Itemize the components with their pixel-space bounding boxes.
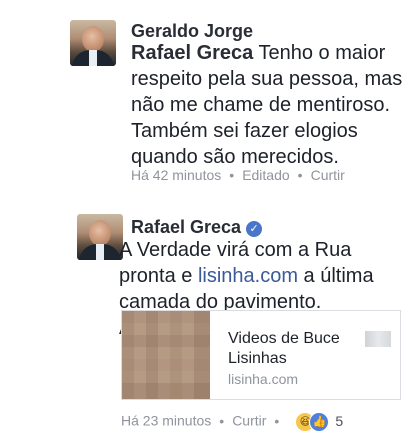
- avatar[interactable]: [77, 214, 123, 260]
- edited-label[interactable]: Editado: [242, 167, 289, 183]
- reaction-count[interactable]: 5: [335, 413, 343, 429]
- comment-time[interactable]: Há 23 minutos: [121, 413, 211, 429]
- like-reaction-icon: 👍: [309, 412, 330, 432]
- verified-badge-icon: ✓: [246, 221, 263, 237]
- reactions[interactable]: 😆👍: [295, 412, 330, 432]
- separator-dot: •: [219, 412, 225, 429]
- separator-dot: •: [274, 412, 280, 429]
- avatar[interactable]: [70, 20, 116, 66]
- separator-dot: •: [297, 167, 303, 183]
- preview-thumbnail[interactable]: [122, 311, 210, 399]
- comment-author[interactable]: Geraldo Jorge: [131, 21, 253, 42]
- mention-tag[interactable]: Rafael Greca: [131, 42, 253, 64]
- like-button[interactable]: Curtir: [232, 413, 266, 429]
- comment-meta: Há 23 minutos • Curtir • 😆👍 5: [121, 412, 343, 432]
- avatar-face: [89, 220, 111, 246]
- comment-time[interactable]: Há 42 minutos: [131, 167, 221, 183]
- avatar-shirt: [89, 50, 97, 66]
- like-button[interactable]: Curtir: [311, 167, 345, 183]
- preview-domain: lisinha.com: [228, 371, 299, 387]
- comment-meta: Há 42 minutos • Editado • Curtir: [131, 167, 345, 183]
- separator-dot: •: [229, 167, 235, 183]
- comment-text: Rafael Greca Tenho o maior respeito pela…: [131, 40, 406, 170]
- avatar-face: [82, 26, 104, 52]
- avatar-shirt: [96, 244, 104, 260]
- comment-author[interactable]: Rafael Greca: [131, 217, 241, 237]
- comment-author-row: Rafael Greca ✓: [131, 217, 263, 238]
- comment-link[interactable]: lisinha.com: [198, 265, 298, 287]
- censor-blur: [365, 331, 391, 347]
- link-preview-card[interactable]: Videos de Buce Lisinhas lisinha.com: [121, 310, 401, 400]
